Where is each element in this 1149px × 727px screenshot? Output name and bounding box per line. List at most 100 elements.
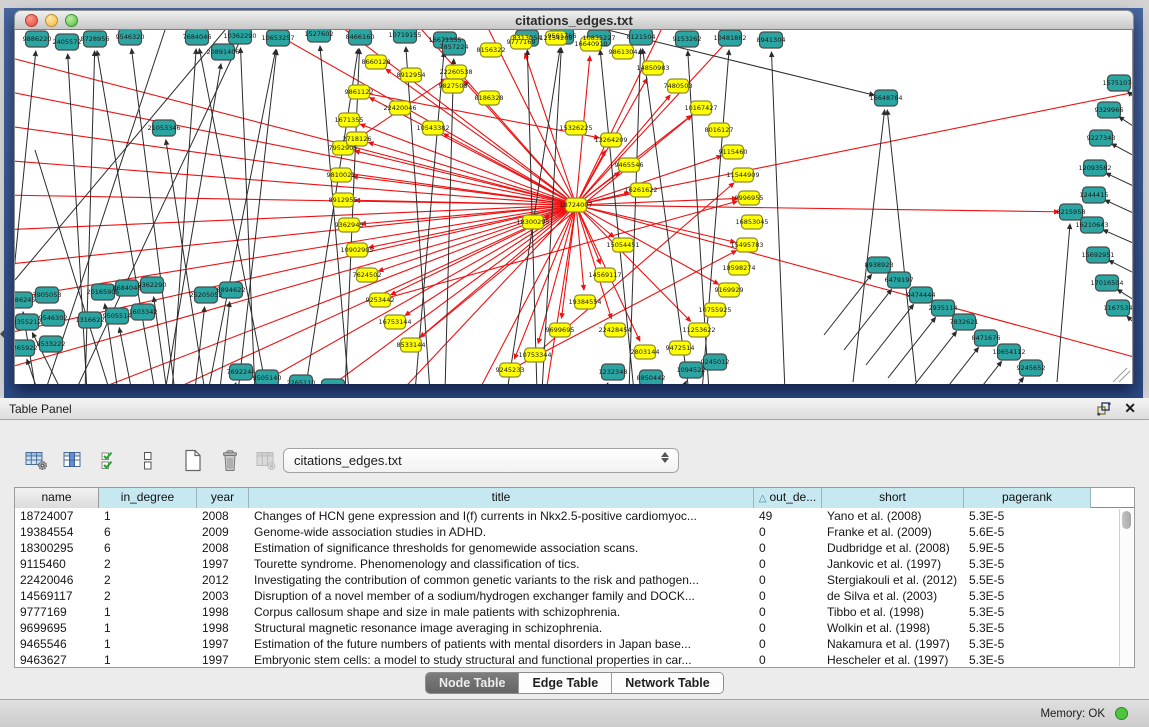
- table-cell: Corpus callosum shape and size in male p…: [249, 604, 754, 620]
- table-row[interactable]: 1872400712008Changes of HCN gene express…: [15, 508, 1134, 524]
- svg-text:8912954: 8912954: [397, 71, 426, 79]
- status-bar: Memory: OK: [0, 699, 1149, 727]
- table-cell: 0: [754, 604, 822, 620]
- table-cell: 0: [754, 524, 822, 540]
- toggle-column-icon[interactable]: [133, 448, 163, 474]
- table-cell: 1998: [197, 604, 249, 620]
- tab-node-table[interactable]: Node Table: [426, 673, 519, 693]
- table-cell: 5.3E-5: [964, 588, 1091, 604]
- svg-text:8660128: 8660128: [362, 58, 391, 66]
- svg-text:9227343: 9227343: [1087, 134, 1116, 142]
- float-panel-icon[interactable]: [1097, 402, 1111, 416]
- svg-text:7905053: 7905053: [33, 291, 62, 299]
- table-cell: Yano et al. (2008): [822, 508, 964, 524]
- column-header-pagerank[interactable]: pagerank: [964, 488, 1091, 508]
- svg-text:9810022: 9810022: [327, 171, 356, 179]
- svg-text:8215958: 8215958: [1057, 208, 1086, 216]
- network-window[interactable]: citations_edges.txt 18724007988622024055…: [14, 10, 1134, 384]
- table-cell: 0: [754, 572, 822, 588]
- svg-text:12154209: 12154209: [539, 34, 572, 42]
- collapse-splitter-arrow-icon[interactable]: [0, 330, 4, 338]
- column-header-year[interactable]: year: [197, 488, 249, 508]
- table-cell: Embryonic stem cells: a model to study s…: [249, 652, 754, 668]
- table-row[interactable]: 977716911998Corpus callosum shape and si…: [15, 604, 1134, 620]
- svg-text:2803144: 2803144: [631, 348, 660, 356]
- table-cell: Changes of HCN gene expression and I(f) …: [249, 508, 754, 524]
- svg-text:9472514: 9472514: [666, 344, 695, 352]
- table-settings-icon[interactable]: [22, 448, 52, 474]
- svg-text:22260538: 22260538: [439, 68, 472, 76]
- table-cell: 0: [754, 636, 822, 652]
- svg-text:9245233: 9245233: [496, 366, 525, 374]
- table-cell: 6: [99, 540, 197, 556]
- svg-text:1167534: 1167534: [1104, 304, 1133, 312]
- svg-text:8355212: 8355212: [15, 318, 41, 326]
- table-header-row: namein_degreeyeartitle△out_de...shortpag…: [15, 488, 1134, 508]
- delete-rows-icon[interactable]: [215, 448, 245, 474]
- close-panel-icon[interactable]: ✕: [1124, 400, 1136, 417]
- table-cell: 5.5E-5: [964, 572, 1091, 588]
- table-row[interactable]: 946554611997Estimation of the future num…: [15, 636, 1134, 652]
- column-header-title[interactable]: title: [249, 488, 754, 508]
- svg-text:9169929: 9169929: [715, 286, 744, 294]
- table-cell: 9115460: [15, 556, 99, 572]
- table-row[interactable]: 1830029562008Estimation of significance …: [15, 540, 1134, 556]
- table-cell: 1: [99, 604, 197, 620]
- table-row[interactable]: 946362711997Embryonic stem cells: a mode…: [15, 652, 1134, 668]
- column-header-in_degree[interactable]: in_degree: [99, 488, 197, 508]
- table-cell: Franke et al. (2009): [822, 524, 964, 540]
- scrollbar-thumb[interactable]: [1122, 511, 1131, 529]
- table-row[interactable]: 1938455462009Genome-wide association stu…: [15, 524, 1134, 540]
- table-row[interactable]: 969969511998Structural magnetic resonanc…: [15, 620, 1134, 636]
- delete-table-icon[interactable]: [252, 448, 282, 474]
- table-row[interactable]: 2242004622012Investigating the contribut…: [15, 572, 1134, 588]
- table-select-dropdown[interactable]: citations_edges.txt: [283, 448, 679, 473]
- svg-text:16261622: 16261622: [624, 186, 657, 194]
- svg-text:16648784: 16648784: [869, 94, 902, 102]
- tab-edge-table[interactable]: Edge Table: [519, 673, 612, 693]
- svg-text:10481862: 10481862: [713, 34, 746, 42]
- table-cell: 5.3E-5: [964, 556, 1091, 572]
- svg-text:8156322: 8156322: [477, 46, 506, 54]
- svg-text:8850442: 8850442: [637, 374, 666, 382]
- svg-text:7952905: 7952905: [329, 144, 358, 152]
- table-toolbar: f(x): [22, 447, 319, 475]
- select-all-icon[interactable]: [96, 448, 126, 474]
- column-header-name[interactable]: name: [15, 488, 99, 508]
- table-cell: 5.3E-5: [964, 636, 1091, 652]
- table-cell: 1997: [197, 556, 249, 572]
- svg-text:8941304: 8941304: [757, 36, 786, 44]
- column-header-out_degree[interactable]: △out_de...: [754, 488, 822, 508]
- table-cell: Estimation of significance thresholds fo…: [249, 540, 754, 556]
- svg-text:1232348: 1232348: [599, 368, 628, 376]
- svg-text:16640910: 16640910: [574, 40, 607, 48]
- svg-text:7832621: 7832621: [950, 318, 979, 326]
- tab-network-table[interactable]: Network Table: [612, 673, 723, 693]
- svg-text:10654112: 10654112: [992, 348, 1025, 356]
- table-cell: 1997: [197, 652, 249, 668]
- table-cell: 1: [99, 620, 197, 636]
- svg-text:2718126: 2718126: [343, 135, 372, 143]
- svg-text:9245012: 9245012: [701, 358, 730, 366]
- svg-text:9362290: 9362290: [138, 281, 167, 289]
- create-table-icon[interactable]: [178, 448, 208, 474]
- table-panel-title: Table Panel: [9, 402, 72, 416]
- table-tabs: Node TableEdge TableNetwork Table: [425, 672, 724, 694]
- svg-text:9699695: 9699695: [546, 326, 575, 334]
- svg-text:10753344: 10753344: [518, 351, 551, 359]
- svg-text:8471676: 8471676: [972, 334, 1001, 342]
- svg-text:15326225: 15326225: [559, 124, 592, 132]
- show-columns-icon[interactable]: [59, 448, 89, 474]
- table-row[interactable]: 1456911722003Disruption of a novel membe…: [15, 588, 1134, 604]
- table-cell: 0: [754, 540, 822, 556]
- svg-text:9253442: 9253442: [366, 296, 395, 304]
- vertical-scrollbar[interactable]: [1119, 509, 1133, 666]
- column-header-short[interactable]: short: [822, 488, 964, 508]
- network-canvas[interactable]: 1872400798862202405572872895695463207684…: [14, 30, 1133, 384]
- citation-network-graph[interactable]: 1872400798862202405572872895695463207684…: [15, 30, 1133, 384]
- network-window-titlebar[interactable]: citations_edges.txt: [14, 10, 1134, 30]
- table-row[interactable]: 911546021997Tourette syndrome. Phenomeno…: [15, 556, 1134, 572]
- svg-text:9861122: 9861122: [345, 88, 374, 96]
- svg-text:10653257: 10653257: [261, 34, 294, 42]
- memory-status-label: Memory: OK: [1040, 708, 1105, 720]
